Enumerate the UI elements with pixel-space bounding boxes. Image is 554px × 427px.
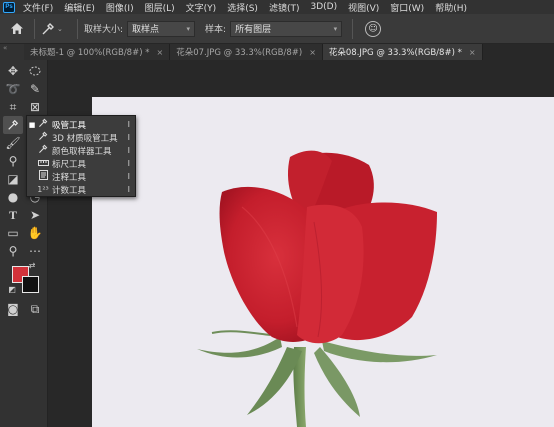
chevron-down-icon: ⌄: [57, 24, 63, 33]
shortcut-key: I: [127, 120, 130, 129]
frame-tool-icon[interactable]: ⊠: [25, 98, 45, 116]
chevron-down-icon: ▾: [186, 24, 191, 33]
more-tools-icon[interactable]: ⋯: [25, 242, 45, 260]
rose-image: [197, 150, 437, 427]
sample-size-value: 取样点: [132, 25, 160, 35]
menu-layer[interactable]: 图层(L): [145, 1, 175, 14]
menu-edit[interactable]: 编辑(E): [64, 1, 95, 14]
background-color-swatch[interactable]: [22, 276, 39, 293]
flyout-item-ruler[interactable]: 标尺工具 I: [27, 157, 135, 170]
menu-bar: Ps 文件(F) 编辑(E) 图像(I) 图层(L) 文字(Y) 选择(S) 滤…: [0, 0, 554, 14]
path-selection-tool-icon[interactable]: ➤: [25, 206, 45, 224]
tab-untitled-1[interactable]: 未标题-1 @ 100%(RGB/8#) * ×: [24, 44, 171, 60]
shortcut-key: I: [127, 159, 130, 168]
menu-3d[interactable]: 3D(D): [310, 2, 337, 12]
flyout-label: 标尺工具: [52, 159, 87, 170]
flyout-label: 吸管工具: [52, 120, 87, 131]
blur-tool-icon[interactable]: ●: [3, 188, 23, 206]
tab-label: 未标题-1 @ 100%(RGB/8#) *: [30, 48, 150, 58]
brush-tool-icon[interactable]: 🖌: [3, 134, 23, 152]
sample-label: 样本:: [205, 25, 227, 35]
show-sampling-ring-button[interactable]: ☺: [365, 20, 382, 37]
flyout-label: 注释工具: [52, 172, 87, 183]
crop-tool-icon[interactable]: ⌗: [3, 98, 23, 116]
note-icon: [37, 170, 49, 183]
flyout-label: 计数工具: [52, 185, 87, 196]
move-tool-icon[interactable]: ✥: [3, 62, 23, 80]
menu-image[interactable]: 图像(I): [106, 1, 134, 14]
smiley-icon: ☺: [368, 23, 378, 34]
flyout-label: 颜色取样器工具: [52, 146, 112, 157]
sample-size-select[interactable]: 取样点 ▾: [127, 20, 196, 37]
close-icon[interactable]: ×: [309, 48, 316, 57]
document-canvas[interactable]: [92, 97, 554, 427]
flyout-item-color-sampler[interactable]: 颜色取样器工具 I: [27, 144, 135, 157]
hand-tool-icon[interactable]: ✋: [25, 224, 45, 242]
tab-flower-07[interactable]: 花朵07.JPG @ 33.3%(RGB/8#) ×: [170, 44, 323, 60]
photoshop-logo-icon: Ps: [3, 1, 15, 13]
flyout-item-eyedropper[interactable]: ■ 吸管工具 I: [27, 118, 135, 131]
ruler-icon: [37, 159, 49, 169]
tool-preset-picker[interactable]: ⌄: [41, 19, 71, 39]
flyout-item-3d-material-eyedropper[interactable]: 3D 材质吸管工具 I: [27, 131, 135, 144]
menu-help[interactable]: 帮助(H): [435, 1, 467, 14]
flyout-label: 3D 材质吸管工具: [52, 133, 118, 144]
tab-flower-08[interactable]: 花朵08.JPG @ 33.3%(RGB/8#) * ×: [322, 44, 483, 60]
eyedropper-tools-flyout: ■ 吸管工具 I 3D 材质吸管工具 I 颜色取样器工具 I 标尺工具 I 注释…: [26, 115, 136, 197]
menu-window[interactable]: 窗口(W): [390, 1, 424, 14]
sample-value: 所有图层: [235, 25, 272, 35]
clone-stamp-tool-icon[interactable]: ⚲: [3, 152, 23, 170]
menu-select[interactable]: 选择(S): [227, 1, 258, 14]
options-bar: ⌄ 取样大小: 取样点 ▾ 样本: 所有图层 ▾ ☺: [0, 14, 554, 44]
zoom-tool-icon[interactable]: ⚲: [3, 242, 23, 260]
flyout-item-count[interactable]: 1²³ 计数工具 I: [27, 183, 135, 196]
eyedropper-tool-icon[interactable]: [3, 116, 23, 134]
menu-view[interactable]: 视图(V): [348, 1, 379, 14]
color-sampler-icon: [37, 144, 49, 157]
marquee-tool-icon[interactable]: [25, 62, 45, 80]
shortcut-key: I: [127, 185, 130, 194]
eraser-tool-icon[interactable]: ◪: [3, 170, 23, 188]
separator: [352, 18, 354, 39]
close-icon[interactable]: ×: [156, 48, 163, 57]
lasso-tool-icon[interactable]: ➰: [3, 80, 23, 98]
eyedropper-icon: [37, 118, 49, 131]
tab-label: 花朵08.JPG @ 33.3%(RGB/8#) *: [328, 48, 462, 58]
separator: [77, 18, 78, 39]
shortcut-key: I: [127, 172, 130, 181]
3d-eyedropper-icon: [37, 131, 49, 144]
type-tool-icon[interactable]: T: [3, 206, 23, 224]
shortcut-key: I: [127, 133, 130, 142]
menu-type[interactable]: 文字(Y): [186, 1, 217, 14]
count-icon: 1²³: [37, 185, 49, 194]
flyout-item-note[interactable]: 注释工具 I: [27, 170, 135, 183]
swap-colors-icon[interactable]: ⇄: [26, 260, 38, 270]
rectangle-tool-icon[interactable]: ▭: [3, 224, 23, 242]
document-tabs: 未标题-1 @ 100%(RGB/8#) * × 花朵07.JPG @ 33.3…: [24, 44, 554, 60]
quick-mask-icon[interactable]: ◙: [3, 300, 23, 318]
home-button[interactable]: [6, 18, 28, 40]
sample-select[interactable]: 所有图层 ▾: [230, 20, 343, 37]
shortcut-key: I: [127, 146, 130, 155]
selected-indicator-icon: ■: [28, 120, 36, 129]
tools-panel: « ✥ ➰ ✎ ⌗ ⊠ 🖌 ⚲ ◪ ● ◔ T ➤ ▭ ✋ ⚲ ⋯ ⇄ ◩ ◙ …: [0, 44, 48, 427]
screen-mode-icon[interactable]: ⧉: [25, 300, 45, 318]
eyedropper-icon: [42, 22, 54, 34]
separator: [34, 18, 35, 39]
menu-file[interactable]: 文件(F): [23, 1, 53, 14]
tab-label: 花朵07.JPG @ 33.3%(RGB/8#): [176, 48, 303, 58]
home-icon: [11, 23, 23, 34]
sample-size-label: 取样大小:: [84, 25, 124, 35]
quick-selection-tool-icon[interactable]: ✎: [25, 80, 45, 98]
default-colors-icon[interactable]: ◩: [6, 284, 18, 294]
menu-filter[interactable]: 滤镜(T): [269, 1, 300, 14]
close-icon[interactable]: ×: [469, 48, 476, 57]
chevron-down-icon: ▾: [333, 24, 338, 33]
